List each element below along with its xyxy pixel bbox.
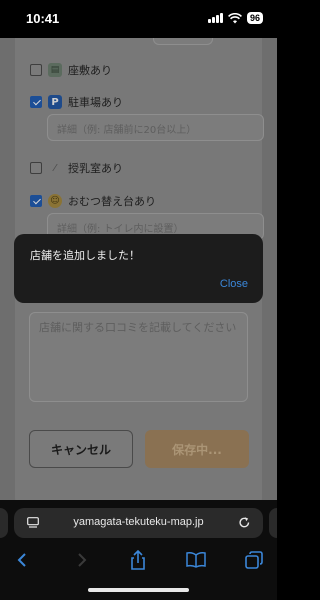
previous-tab-peek[interactable] xyxy=(0,508,8,538)
zashiki-checkbox[interactable] xyxy=(30,64,42,76)
option-label: 授乳室あり xyxy=(68,162,123,175)
battery-icon: 96 xyxy=(246,12,263,24)
reload-icon[interactable] xyxy=(238,516,251,529)
option-nursing-room[interactable]: ⁄ 授乳室あり xyxy=(30,160,123,176)
forward-icon[interactable] xyxy=(70,548,94,572)
cancel-button[interactable]: キャンセル xyxy=(29,430,133,468)
browser-toolbar: yamagata-tekuteku-map.jp xyxy=(0,500,277,600)
cellular-signal-icon xyxy=(208,13,223,23)
next-tab-peek[interactable] xyxy=(269,508,277,538)
option-zashiki[interactable]: ▤ 座敷あり xyxy=(30,62,112,78)
save-button[interactable]: 保存中... xyxy=(145,430,249,468)
review-textarea[interactable]: 店舗に関する口コミを記載してください xyxy=(29,312,248,402)
share-icon[interactable] xyxy=(126,548,150,572)
tatami-icon: ▤ xyxy=(48,63,62,77)
status-indicators: 96 xyxy=(208,12,263,24)
toast-message: 店舗を追加しました！ xyxy=(30,249,140,262)
address-bar[interactable]: yamagata-tekuteku-map.jp xyxy=(14,508,263,538)
option-label: おむつ替え台あり xyxy=(68,195,156,208)
parking-icon: P xyxy=(48,95,62,109)
option-label: 駐車場あり xyxy=(68,96,123,109)
toast-close-button[interactable]: Close xyxy=(220,278,248,290)
nursing-room-checkbox[interactable] xyxy=(30,162,42,174)
success-toast: 店舗を追加しました！ Close xyxy=(14,234,263,303)
tabs-icon[interactable] xyxy=(242,548,266,572)
baby-bottle-icon: ⁄ xyxy=(54,162,56,174)
status-time: 10:41 xyxy=(26,11,60,26)
parking-detail-input[interactable]: 詳細（例: 店舗前に20台以上） xyxy=(47,114,264,141)
diaper-table-checkbox[interactable] xyxy=(30,195,42,207)
baby-face-icon: ☺ xyxy=(48,194,62,208)
parking-checkbox[interactable] xyxy=(30,96,42,108)
back-icon[interactable] xyxy=(10,548,34,572)
status-bar: 10:41 96 xyxy=(0,0,277,38)
browser-nav-bar xyxy=(0,548,277,572)
url-text: yamagata-tekuteku-map.jp xyxy=(73,516,204,528)
option-parking[interactable]: P 駐車場あり xyxy=(30,94,123,110)
home-indicator xyxy=(88,588,189,592)
wifi-icon xyxy=(228,12,242,23)
top-input-field[interactable] xyxy=(153,38,213,45)
option-diaper-table[interactable]: ☺ おむつ替え台あり xyxy=(30,193,156,209)
option-label: 座敷あり xyxy=(68,64,112,77)
bookmarks-icon[interactable] xyxy=(184,548,208,572)
